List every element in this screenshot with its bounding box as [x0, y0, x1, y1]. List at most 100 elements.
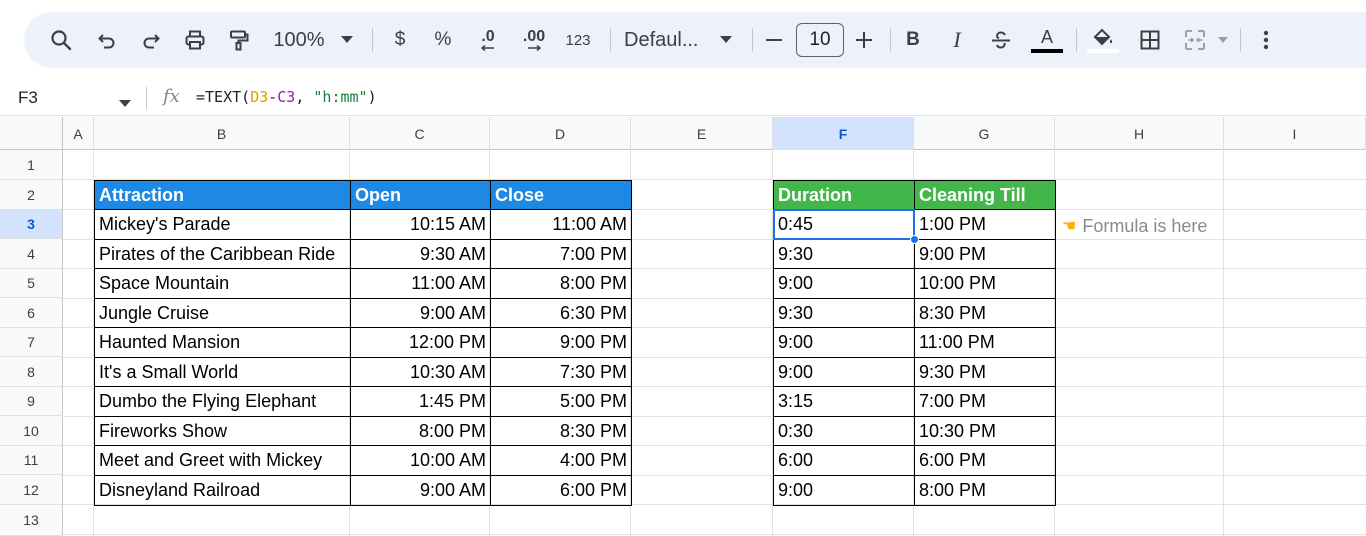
column-header-d[interactable]: D	[490, 117, 631, 150]
paint-format-icon[interactable]	[224, 12, 254, 68]
font-caret-icon[interactable]	[716, 12, 736, 68]
table-cell[interactable]: Space Mountain	[94, 268, 351, 299]
borders-icon[interactable]	[1136, 12, 1164, 68]
row-header-3[interactable]: 3	[0, 210, 63, 239]
column-header-g[interactable]: G	[914, 117, 1055, 150]
table-cell[interactable]: 9:30 AM	[350, 239, 491, 269]
table-cell[interactable]: 8:30 PM	[914, 298, 1056, 328]
row-header-9[interactable]: 9	[0, 387, 63, 416]
table-cell[interactable]: 6:00	[773, 445, 915, 476]
header-open[interactable]: Open	[350, 180, 491, 210]
row-header-4[interactable]: 4	[0, 239, 63, 269]
decrease-font-size-icon[interactable]	[762, 12, 786, 68]
header-close[interactable]: Close	[490, 180, 632, 210]
row-header-11[interactable]: 11	[0, 446, 63, 475]
table-cell[interactable]: 6:00 PM	[490, 475, 632, 506]
decrease-decimal-button[interactable]: .0	[472, 12, 504, 68]
italic-button[interactable]: I	[944, 12, 970, 68]
increase-decimal-button[interactable]: .00	[516, 12, 552, 68]
column-header-e[interactable]: E	[631, 117, 773, 150]
redo-icon[interactable]	[136, 12, 166, 68]
header-attraction[interactable]: Attraction	[94, 180, 351, 210]
search-icon[interactable]	[46, 12, 76, 68]
table-cell[interactable]: 12:00 PM	[350, 327, 491, 358]
table-cell[interactable]: 9:00	[773, 475, 915, 506]
table-cell[interactable]: 8:30 PM	[490, 416, 632, 446]
table-cell[interactable]: 10:00 PM	[914, 268, 1056, 299]
table-cell[interactable]: 3:15	[773, 386, 915, 417]
table-cell[interactable]: 4:00 PM	[490, 445, 632, 476]
table-cell[interactable]: 7:00 PM	[914, 386, 1056, 417]
row-header-5[interactable]: 5	[0, 269, 63, 298]
zoom-select[interactable]: 100%	[268, 12, 330, 68]
zoom-caret-icon[interactable]	[338, 12, 356, 68]
merge-caret-icon[interactable]	[1214, 12, 1232, 68]
column-header-i[interactable]: I	[1224, 117, 1366, 150]
table-cell[interactable]: 7:30 PM	[490, 357, 632, 387]
table-cell[interactable]: 7:00 PM	[490, 239, 632, 269]
fill-handle[interactable]	[910, 235, 919, 244]
strikethrough-icon[interactable]	[988, 12, 1014, 68]
fill-color-icon[interactable]	[1086, 12, 1120, 68]
font-size-input[interactable]: 10	[796, 23, 844, 57]
more-options-icon[interactable]	[1254, 12, 1278, 68]
table-cell[interactable]: 9:30	[773, 298, 915, 328]
table-cell[interactable]: 10:30 PM	[914, 416, 1056, 446]
row-header-10[interactable]: 10	[0, 416, 63, 446]
table-cell[interactable]: 8:00 PM	[350, 416, 491, 446]
merge-cells-icon[interactable]	[1180, 12, 1210, 68]
table-cell[interactable]: 9:00	[773, 357, 915, 387]
table-cell[interactable]: 9:00 AM	[350, 298, 491, 328]
row-header-7[interactable]: 7	[0, 328, 63, 357]
header-duration[interactable]: Duration	[773, 180, 915, 210]
table-cell[interactable]: 9:00 PM	[914, 239, 1056, 269]
table-cell[interactable]: Meet and Greet with Mickey	[94, 445, 351, 476]
table-cell[interactable]: 10:30 AM	[350, 357, 491, 387]
table-cell[interactable]: It's a Small World	[94, 357, 351, 387]
row-header-2[interactable]: 2	[0, 180, 63, 210]
table-cell[interactable]: 1:45 PM	[350, 386, 491, 417]
table-cell[interactable]: 6:00 PM	[914, 445, 1056, 476]
table-cell[interactable]: Mickey's Parade	[94, 209, 351, 240]
table-cell[interactable]: Jungle Cruise	[94, 298, 351, 328]
undo-icon[interactable]	[92, 12, 122, 68]
row-header-13[interactable]: 13	[0, 505, 63, 536]
name-box-caret-icon[interactable]	[119, 94, 131, 112]
table-cell[interactable]: Pirates of the Caribbean Ride	[94, 239, 351, 269]
table-cell[interactable]: 9:30	[773, 239, 915, 269]
increase-font-size-icon[interactable]	[852, 12, 876, 68]
table-cell[interactable]: 9:00	[773, 268, 915, 299]
header-cleaning-till[interactable]: Cleaning Till	[914, 180, 1056, 210]
currency-button[interactable]: $	[388, 12, 412, 68]
table-cell[interactable]: 1:00 PM	[914, 209, 1056, 240]
column-header-c[interactable]: C	[350, 117, 490, 150]
table-cell[interactable]: 10:00 AM	[350, 445, 491, 476]
table-cell[interactable]: 11:00 AM	[490, 209, 632, 240]
table-cell[interactable]: 9:00 AM	[350, 475, 491, 506]
table-cell[interactable]: 9:00	[773, 327, 915, 358]
row-header-8[interactable]: 8	[0, 357, 63, 387]
table-cell[interactable]: 9:00 PM	[490, 327, 632, 358]
table-cell[interactable]: Disneyland Railroad	[94, 475, 351, 506]
table-cell[interactable]: 9:30 PM	[914, 357, 1056, 387]
text-color-button[interactable]: A	[1030, 12, 1064, 68]
table-cell[interactable]: 6:30 PM	[490, 298, 632, 328]
select-all-corner[interactable]	[0, 117, 63, 150]
table-cell[interactable]: 0:45	[773, 209, 915, 240]
table-cell[interactable]: 8:00 PM	[914, 475, 1056, 506]
table-cell[interactable]: 8:00 PM	[490, 268, 632, 299]
column-header-a[interactable]: A	[63, 117, 94, 150]
percent-button[interactable]: %	[430, 12, 456, 68]
print-icon[interactable]	[180, 12, 210, 68]
row-header-1[interactable]: 1	[0, 150, 63, 180]
table-cell[interactable]: Dumbo the Flying Elephant	[94, 386, 351, 417]
row-header-12[interactable]: 12	[0, 475, 63, 505]
table-cell[interactable]: Fireworks Show	[94, 416, 351, 446]
table-cell[interactable]: 10:15 AM	[350, 209, 491, 240]
table-cell[interactable]: 5:00 PM	[490, 386, 632, 417]
table-cell[interactable]: 0:30	[773, 416, 915, 446]
font-select[interactable]: Defaul...	[624, 12, 704, 68]
bold-button[interactable]: B	[900, 12, 926, 68]
table-cell[interactable]: Haunted Mansion	[94, 327, 351, 358]
name-box[interactable]: F3	[18, 88, 38, 108]
